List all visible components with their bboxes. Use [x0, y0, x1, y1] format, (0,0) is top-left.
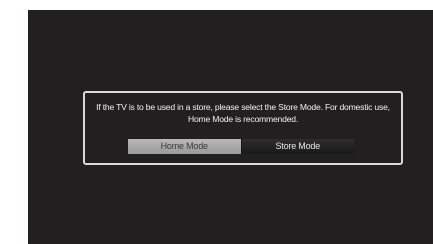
mode-selection-dialog: If the TV is to be used in a store, plea…	[83, 91, 403, 165]
store-mode-button[interactable]: Store Mode	[240, 139, 354, 154]
dialog-message: If the TV is to be used in a store, plea…	[85, 101, 401, 125]
dialog-message-line-1: If the TV is to be used in a store, plea…	[96, 102, 390, 112]
dialog-message-line-2: Home Mode is recommended.	[187, 114, 299, 124]
tv-screen: If the TV is to be used in a store, plea…	[28, 10, 433, 244]
mode-button-group: Home Mode Store Mode	[128, 139, 354, 154]
home-mode-button[interactable]: Home Mode	[128, 139, 241, 154]
